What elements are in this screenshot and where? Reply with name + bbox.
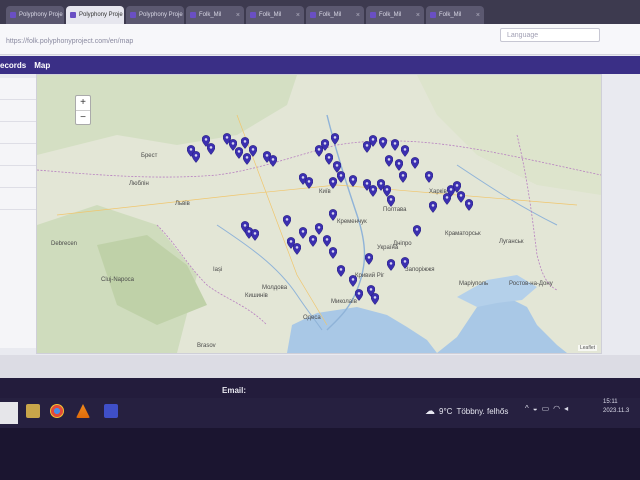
close-icon[interactable]: × xyxy=(296,12,300,19)
clock-date: 2023.11.3 xyxy=(603,408,630,414)
map-label-city: Львів xyxy=(175,201,190,207)
close-icon[interactable]: × xyxy=(476,12,480,19)
site-favicon-icon xyxy=(70,12,76,18)
browser-tab[interactable]: Polyphony Proje× xyxy=(6,6,64,24)
wifi-icon[interactable]: ◠ xyxy=(553,404,560,413)
site-navbar: ecords Map xyxy=(0,56,640,74)
file-explorer-icon[interactable] xyxy=(26,404,40,418)
site-favicon-icon xyxy=(370,12,376,18)
site-favicon-icon xyxy=(310,12,316,18)
weather-widget[interactable]: ☁ 9°C Többny. felhős xyxy=(425,406,508,417)
url-text[interactable]: https://folk.polyphonyproject.com/en/map xyxy=(6,38,133,45)
map-label-city: Кременчук xyxy=(337,219,367,225)
map-label-city: Маріуполь xyxy=(459,281,488,287)
system-tray: ^ ◒ ▭ ◠ ◂ xyxy=(525,404,568,413)
map-label-city: Кишинів xyxy=(245,293,268,299)
tab-label: Folk_Mil xyxy=(259,12,282,18)
map-label-city: Полтава xyxy=(383,207,407,213)
clock-time: 15:11 xyxy=(603,399,618,405)
display-icon[interactable]: ▭ xyxy=(542,404,550,413)
tab-label: Polyphony Proje xyxy=(139,12,183,18)
browser-tab[interactable]: Polyphony Proje× xyxy=(126,6,184,24)
map-label-city: Cluj-Napoca xyxy=(101,277,135,283)
app-icon[interactable] xyxy=(104,404,118,418)
map-label-city: Миколаїв xyxy=(331,299,357,305)
zoom-out-button[interactable]: − xyxy=(76,111,90,125)
zoom-control: + − xyxy=(75,95,91,125)
taskbar-search-box[interactable] xyxy=(0,402,18,424)
os-taskbar xyxy=(0,398,640,428)
tab-label: Folk_Mil xyxy=(439,12,462,18)
browser-tab[interactable]: Folk_Mil × xyxy=(366,6,424,24)
map-label-city: Debrecen xyxy=(51,241,77,247)
taskbar-clock[interactable]: 15:11 2023.11.3 xyxy=(603,398,629,416)
cloud-icon: ☁ xyxy=(425,406,435,417)
footer-bar xyxy=(0,378,640,398)
network-icon[interactable]: ◒ xyxy=(533,404,538,413)
footer-email-label: Email: xyxy=(222,386,247,395)
tab-label: Folk_Mil xyxy=(379,12,402,18)
browser-tab[interactable]: Folk_Mil × xyxy=(426,6,484,24)
close-icon[interactable]: × xyxy=(356,12,360,19)
browser-tab[interactable]: Folk_Mil × xyxy=(186,6,244,24)
browser-tab[interactable]: Folk_Mil × xyxy=(306,6,364,24)
map-container[interactable]: Україна Молдова Маріуполь Ростов-на-Дону… xyxy=(36,74,602,354)
nav-map-link[interactable]: Map xyxy=(34,61,50,70)
map-canvas[interactable]: Україна Молдова Маріуполь Ростов-на-Дону… xyxy=(37,75,601,353)
site-favicon-icon xyxy=(430,12,436,18)
site-favicon-icon xyxy=(190,12,196,18)
chevron-up-icon[interactable]: ^ xyxy=(525,404,529,413)
tab-label: Folk_Mil xyxy=(319,12,342,18)
browser-tab-active[interactable]: Polyphony Proje× xyxy=(66,6,124,24)
map-label-country: Молдова xyxy=(262,285,288,291)
map-label-city: Луганськ xyxy=(499,239,524,245)
volume-icon[interactable]: ◂ xyxy=(564,404,568,413)
map-label-city: Харків xyxy=(429,189,447,195)
map-label-city: Київ xyxy=(319,189,331,195)
language-select[interactable]: Language xyxy=(500,28,600,42)
nav-records-link[interactable]: ecords xyxy=(0,61,26,70)
map-label-city: Ростов-на-Дону xyxy=(509,281,553,287)
weather-desc: Többny. felhős xyxy=(456,407,509,416)
close-icon[interactable]: × xyxy=(236,12,240,19)
browser-tab[interactable]: Folk_Mil × xyxy=(246,6,304,24)
site-favicon-icon xyxy=(250,12,256,18)
site-favicon-icon xyxy=(130,12,136,18)
weather-temp: 9°C xyxy=(439,407,453,416)
page-footer-strip xyxy=(0,355,640,378)
chrome-icon[interactable] xyxy=(50,404,64,418)
map-attribution[interactable]: Leaflet xyxy=(577,345,597,351)
map-label-city: Запоріжжя xyxy=(405,267,435,273)
map-label-city: Iași xyxy=(213,267,222,273)
map-label-city: Brasov xyxy=(197,343,216,349)
map-label-city: Брест xyxy=(141,153,158,159)
map-label-city: Кривий Ріг xyxy=(355,272,385,279)
site-favicon-icon xyxy=(10,12,16,18)
projected-screen: Polyphony Proje× Polyphony Proje× Polyph… xyxy=(0,0,640,378)
browser-tab-bar: Polyphony Proje× Polyphony Proje× Polyph… xyxy=(0,0,640,24)
map-label-city: Одеса xyxy=(303,315,321,321)
tab-label: Polyphony Proje xyxy=(19,12,63,18)
map-label-city: Краматорськ xyxy=(445,231,481,237)
map-label-city: Люблін xyxy=(129,181,149,187)
tab-label: Polyphony Proje xyxy=(79,12,123,18)
zoom-in-button[interactable]: + xyxy=(76,96,90,111)
tab-label: Folk_Mil xyxy=(199,12,222,18)
close-icon[interactable]: × xyxy=(416,12,420,19)
map-label-city: Дніпро xyxy=(393,241,412,247)
